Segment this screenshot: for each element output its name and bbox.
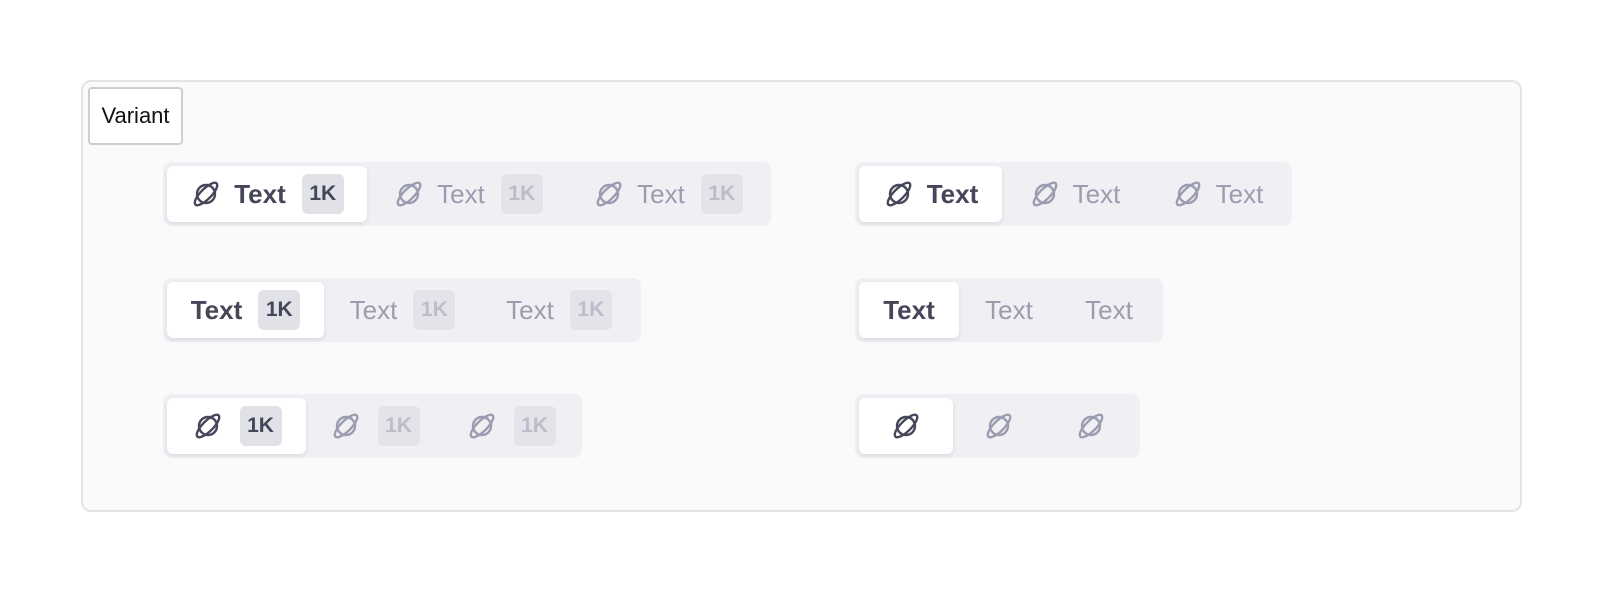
segmented-control-text-badge: Text 1K Text 1K Text 1K (163, 278, 641, 342)
segment-1[interactable] (859, 398, 953, 454)
segment-label: Text (926, 178, 979, 209)
planet-icon (330, 410, 362, 442)
segment-label: Text (437, 178, 485, 209)
segmented-control-icon-text-badge: Text 1K Text 1K Text 1K (163, 162, 771, 226)
planet-icon (593, 178, 625, 210)
count-badge: 1K (569, 290, 612, 330)
count-badge: 1K (413, 290, 456, 330)
segment-label: Text (883, 294, 935, 325)
segmented-control-icon-text: Text Text Text (855, 162, 1292, 226)
segment-3[interactable]: Text 1K (569, 166, 767, 222)
planet-icon (190, 178, 222, 210)
segment-1[interactable]: 1K (167, 398, 306, 454)
segment-1[interactable]: Text 1K (167, 282, 324, 338)
planet-icon (890, 410, 922, 442)
planet-icon (1029, 178, 1061, 210)
segment-2[interactable]: 1K (306, 398, 443, 454)
planet-icon (883, 178, 915, 210)
segmented-control-icon-badge: 1K 1K 1K (163, 394, 582, 458)
planet-icon (1172, 178, 1204, 210)
planet-icon (466, 410, 498, 442)
count-badge: 1K (258, 290, 301, 330)
segment-2[interactable]: Text (1002, 166, 1147, 222)
segment-label: Text (1085, 294, 1133, 325)
variant-label: Variant (88, 87, 183, 145)
segmented-control-icon (855, 394, 1140, 458)
planet-icon (1075, 410, 1107, 442)
count-badge: 1K (377, 406, 420, 446)
segment-2[interactable]: Text (959, 282, 1059, 338)
segment-2[interactable]: Text 1K (324, 282, 481, 338)
segment-label: Text (637, 178, 685, 209)
count-badge: 1K (500, 174, 543, 214)
segment-label: Text (1215, 178, 1264, 209)
planet-icon (393, 178, 425, 210)
planet-icon (983, 410, 1015, 442)
segment-label: Text (349, 294, 398, 325)
segment-label: Text (1072, 178, 1121, 209)
variant-panel: Variant Text 1K Text 1K Text 1K Text Tex… (81, 80, 1522, 512)
segment-1[interactable]: Text (859, 282, 959, 338)
segment-1[interactable]: Text 1K (167, 166, 367, 222)
segment-1[interactable]: Text (859, 166, 1002, 222)
count-badge: 1K (700, 174, 743, 214)
count-badge: 1K (239, 406, 282, 446)
segment-3[interactable]: Text 1K (481, 282, 637, 338)
segment-label: Text (506, 294, 554, 325)
segment-label: Text (190, 294, 243, 325)
segment-3[interactable] (1045, 398, 1136, 454)
segment-2[interactable]: Text 1K (367, 166, 569, 222)
segment-3[interactable]: Text (1147, 166, 1288, 222)
segmented-control-text: Text Text Text (855, 278, 1163, 342)
segment-label: Text (234, 178, 286, 209)
segment-2[interactable] (953, 398, 1045, 454)
planet-icon (192, 410, 224, 442)
count-badge: 1K (513, 406, 556, 446)
segment-3[interactable]: Text (1059, 282, 1159, 338)
segment-3[interactable]: 1K (443, 398, 578, 454)
segment-label: Text (985, 294, 1033, 325)
count-badge: 1K (301, 174, 344, 214)
